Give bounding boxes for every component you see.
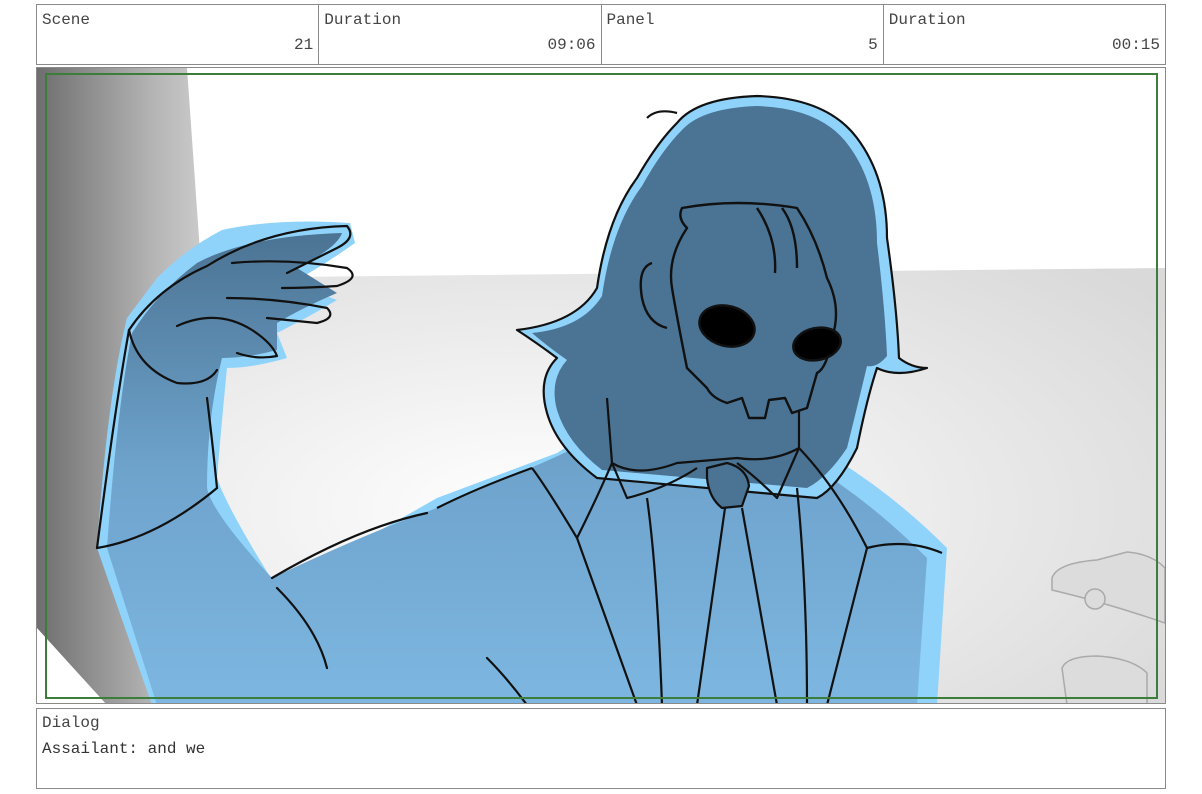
scene-duration-value[interactable]: 09:06 [547,36,595,54]
panel-duration-value[interactable]: 00:15 [1112,36,1160,54]
scene-cell: Scene 21 [37,5,320,64]
panel-duration-label: Duration [888,11,966,29]
dialog-label: Dialog [42,714,100,732]
dialog-text[interactable]: Assailant: and we [42,740,205,758]
storyboard-panel-image[interactable] [36,67,1166,704]
panel-info-header: Scene 21 Duration 09:06 Panel 5 Duration… [36,4,1166,65]
panel-number[interactable]: 5 [868,36,878,54]
dialog-box: Dialog Assailant: and we [36,708,1166,789]
scene-label: Scene [42,11,91,29]
panel-label: Panel [606,11,655,29]
scene-duration-label: Duration [324,11,402,29]
panel-duration-cell: Duration 00:15 [884,5,1165,64]
scene-duration-cell: Duration 09:06 [319,5,602,64]
panel-cell: Panel 5 [602,5,884,64]
scene-number[interactable]: 21 [294,36,313,54]
panel-drawing [37,68,1165,703]
